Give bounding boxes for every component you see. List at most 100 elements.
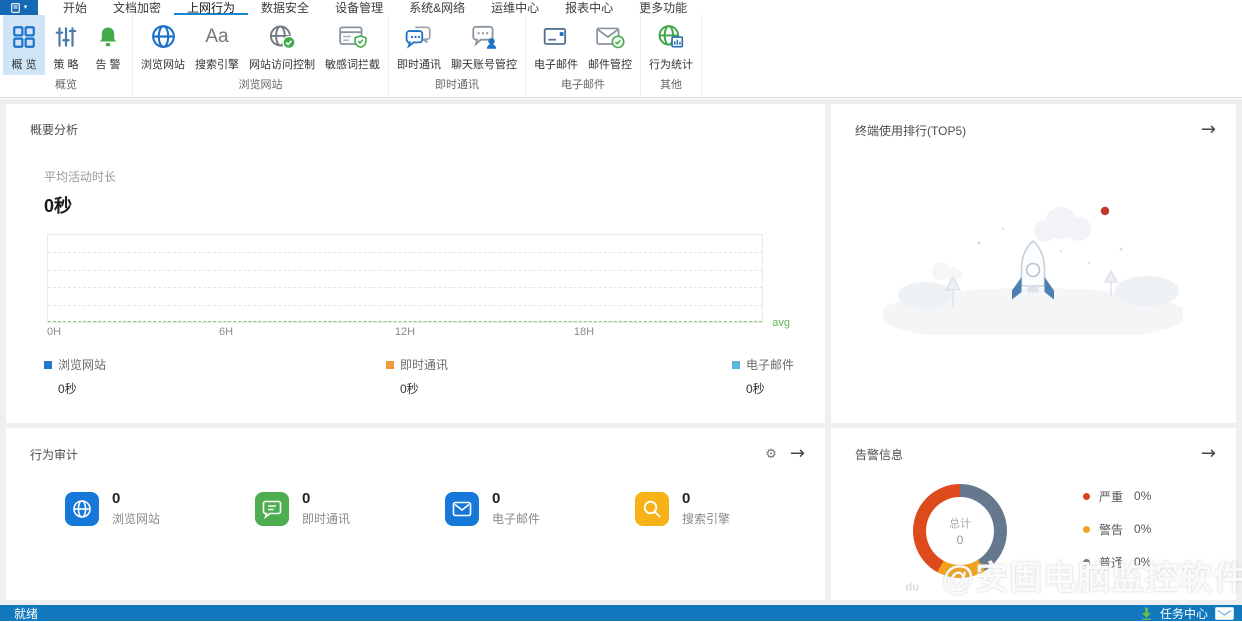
legend-item-im: 即时通讯 0秒 [386,356,448,397]
ribbon-btn-alert[interactable]: 告 警 [87,15,129,75]
ribbon-btn-label: 敏感词拦截 [325,56,380,72]
ribbon-btn-label: 浏览网站 [141,56,185,72]
globe-check-icon [268,21,296,52]
audit-value: 0 [682,490,730,507]
globe-icon [150,21,177,52]
tab-ops-center[interactable]: 运维中心 [478,0,552,15]
ribbon-btn-email[interactable]: 电子邮件 [529,15,583,75]
chat-icon [255,492,289,526]
behavior-audit-panel: 行为审计 ⚙ → 0 浏览网站 0 [6,428,825,600]
status-ready-text: 就绪 [14,605,38,622]
tab-data-security[interactable]: 数据安全 [248,0,322,15]
empty-state-rocket-illustration [883,185,1236,335]
legend-swatch [386,361,394,369]
alert-legend-warning: 警告 0% [1083,521,1151,537]
legend-label: 电子邮件 [746,356,794,373]
ribbon-btn-mail-control[interactable]: 邮件管控 [583,15,637,75]
x-tick: 18H [574,326,594,338]
summary-analysis-panel: 概要分析 平均活动时长 0秒 avg 0H 6H 12H 18H 浏览网站 0秒 [6,104,825,423]
ribbon-btn-label: 概 览 [11,56,36,72]
gear-icon[interactable]: ⚙ [765,448,777,461]
tab-report-center[interactable]: 报表中心 [552,0,626,15]
gridline [48,287,762,288]
audit-value: 0 [112,490,160,507]
legend-label: 即时通讯 [400,356,448,373]
ribbon-btn-search-engine[interactable]: Aa 搜索引擎 [190,15,244,75]
ribbon-btn-instant-messaging[interactable]: 即时通讯 [392,15,446,75]
dashboard-content: 概要分析 平均活动时长 0秒 avg 0H 6H 12H 18H 浏览网站 0秒 [0,99,1242,605]
gridline [48,270,762,271]
arrow-right-icon[interactable]: → [790,445,805,463]
alert-info-panel: 告警信息 → 总计 0 严重 0% 警告 0% 普通 0% [831,428,1236,600]
legend-swatch [732,361,740,369]
tab-device-management[interactable]: 设备管理 [322,0,396,15]
ribbon-btn-policy[interactable]: 策 略 [45,15,87,75]
total-label: 总计 [949,515,971,531]
mail-icon [542,21,570,52]
x-tick: 12H [395,326,415,338]
bell-icon [96,21,120,52]
status-bar: 就绪 任务中心 [0,605,1242,621]
tab-more-features[interactable]: 更多功能 [626,0,700,15]
legend-label: 普通 [1099,554,1123,571]
ribbon-btn-behavior-stats[interactable]: 行为统计 [644,15,698,75]
chat-account-icon [469,21,499,52]
legend-value: 0秒 [400,380,448,397]
browser-shield-icon [338,21,368,52]
ribbon-btn-website-access-control[interactable]: 网站访问控制 [244,15,320,75]
arrow-right-icon[interactable]: → [1201,121,1216,139]
audit-item-search: 0 搜索引擎 [635,490,825,527]
ribbon-btn-overview[interactable]: 概 览 [3,15,45,75]
mail-shield-icon [595,21,625,52]
ribbon-btn-sensitive-word-block[interactable]: 敏感词拦截 [320,15,385,75]
terminal-usage-rank-panel: 终端使用排行(TOP5) → [831,104,1236,423]
ribbon-btn-label: 行为统计 [649,56,693,72]
tab-start[interactable]: 开始 [50,0,100,15]
chevron-down-icon: ▾ [24,4,28,11]
ribbon-btn-label: 搜索引擎 [195,56,239,72]
legend-value: 0% [1134,489,1151,503]
arrow-right-icon[interactable]: → [1201,445,1216,463]
ribbon-btn-label: 邮件管控 [588,56,632,72]
font-Aa-icon: Aa [205,21,228,52]
globe-icon [65,492,99,526]
ribbon-btn-label: 即时通讯 [397,56,441,72]
ribbon: 概 览 策 略 告 警 概览 浏览网站 [0,15,1242,98]
legend-label: 浏览网站 [58,356,106,373]
audit-label: 搜索引擎 [682,510,730,527]
tab-doc-encryption[interactable]: 文档加密 [100,0,174,15]
legend-label: 警告 [1099,521,1123,538]
total-value: 0 [957,533,964,547]
sliders-icon [53,21,79,52]
alert-legend-normal: 普通 0% [1083,554,1151,570]
app-menu-button[interactable]: ▾ [0,0,38,15]
alerts-donut-chart: 总计 0 [913,484,1007,578]
legend-dot [1083,493,1090,500]
ribbon-btn-label: 网站访问控制 [249,56,315,72]
mail-icon [445,492,479,526]
audit-label: 电子邮件 [492,510,540,527]
ribbon-tab-bar: ▾ 开始 文档加密 上网行为 数据安全 设备管理 系统&网络 运维中心 报表中心… [0,0,1242,15]
legend-swatch [44,361,52,369]
alerts-legend: 严重 0% 警告 0% 普通 0% [1083,488,1151,587]
x-tick: 6H [219,326,233,338]
task-center-button[interactable]: 任务中心 [1160,605,1208,622]
ribbon-group-other: 行为统计 其他 [641,15,702,97]
x-axis-ticks: 0H 6H 12H 18H [47,323,763,339]
gridline [48,305,762,306]
activity-line-chart: avg [47,234,763,323]
ribbon-group-overview: 概 览 策 略 告 警 概览 [0,15,133,97]
ribbon-btn-chat-account-control[interactable]: 聊天账号管控 [446,15,522,75]
audit-item-browse: 0 浏览网站 [65,490,255,527]
tab-system-network[interactable]: 系统&网络 [396,0,478,15]
legend-value: 0秒 [746,380,794,397]
audit-value: 0 [302,490,350,507]
ribbon-group-label: 电子邮件 [529,75,637,97]
metric-label: 平均活动时长 [44,168,825,185]
tab-internet-behavior[interactable]: 上网行为 [174,0,248,15]
audit-label: 即时通讯 [302,510,350,527]
ribbon-group-label: 其他 [644,75,698,97]
ribbon-btn-browse-website[interactable]: 浏览网站 [136,15,190,75]
window-icon [11,3,22,13]
message-window-icon[interactable] [1215,607,1234,620]
